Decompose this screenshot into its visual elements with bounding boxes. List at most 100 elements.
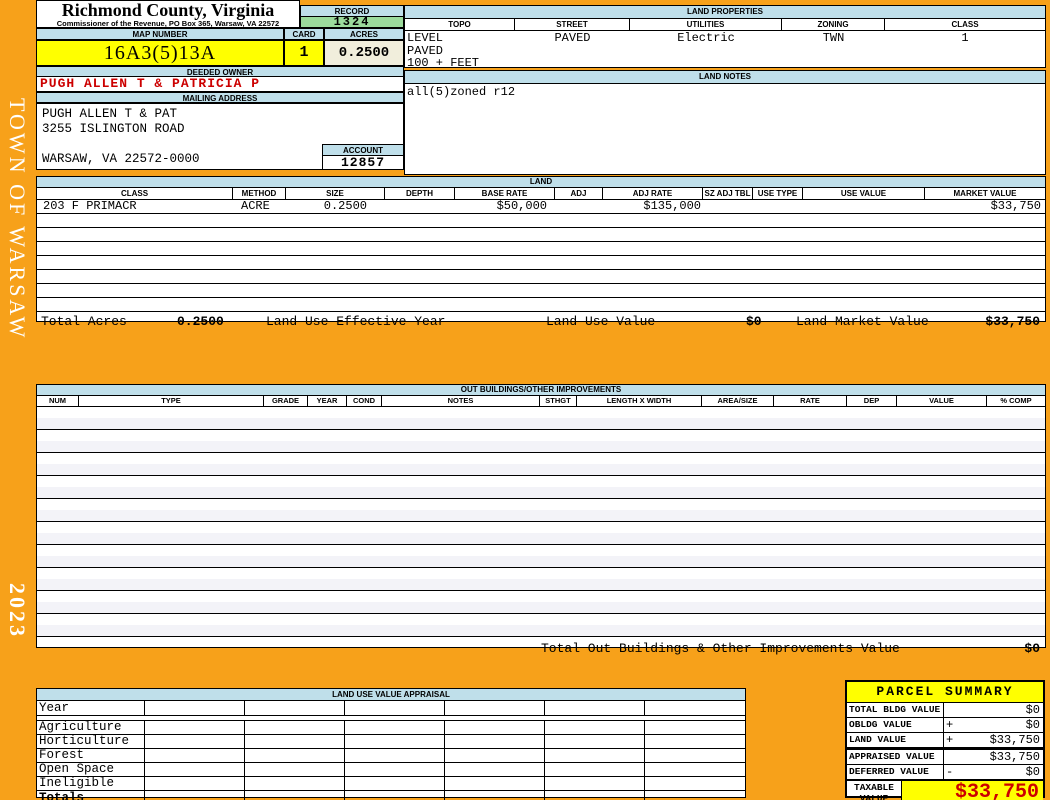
land-properties-title: LAND PROPERTIES: [405, 6, 1045, 19]
out-buildings-total-row: Total Out Buildings & Other Improvements…: [37, 637, 1045, 660]
summary-amount: $33,750: [989, 750, 1040, 764]
appraisal-cell: [145, 735, 245, 748]
appraisal-row-totals: Totals: [37, 791, 745, 800]
summary-amount: $33,750: [989, 733, 1040, 747]
mailing-address-label: MAILING ADDRESS: [36, 92, 404, 103]
column-header: DEPTH: [385, 188, 455, 200]
appraisal-row-label: Horticulture: [37, 735, 145, 748]
appraisal-cell: [345, 735, 445, 748]
topo-values: LEVEL PAVED 100 + FEET: [405, 31, 515, 70]
appraisal-row-label: Totals: [37, 791, 145, 800]
appraisal-cell: [245, 749, 345, 762]
appraisal-cell: [645, 777, 745, 790]
appraisal-row: Horticulture: [37, 735, 745, 749]
class-value: 1: [961, 31, 969, 45]
empty-building-row: [37, 430, 1045, 453]
land-note-text: all(5)zoned r12: [407, 85, 516, 99]
summary-value: + $0: [944, 718, 1043, 732]
column-header: STHGT: [540, 396, 577, 407]
summary-label: APPRAISED VALUE: [847, 750, 944, 764]
topo-line: LEVEL: [407, 31, 444, 45]
appraisal-cell: [245, 701, 345, 715]
summary-row: TOTAL BLDG VALUE $0: [847, 703, 1043, 718]
summary-amount: $0: [1025, 765, 1040, 779]
land-properties-section: LAND PROPERTIES TOPO STREET UTILITIES ZO…: [404, 5, 1046, 70]
land-use-value-label: Land Use Value: [546, 314, 656, 329]
land-table-row: 203 F PRIMACR ACRE 0.2500 $50,000 $135,0…: [37, 200, 1045, 214]
appraisal-cell: [445, 701, 545, 715]
street-value: PAVED: [554, 31, 591, 45]
empty-building-row: [37, 453, 1045, 476]
deeded-owner-name: PUGH ALLEN T & PATRICIA P: [36, 77, 404, 92]
column-header-topo: TOPO: [405, 19, 515, 31]
summary-row: APPRAISED VALUE $33,750: [847, 748, 1043, 765]
appraisal-cell: [545, 777, 645, 790]
empty-land-row: [37, 284, 1045, 298]
empty-land-row: [37, 256, 1045, 270]
appraisal-cell: [545, 791, 645, 800]
empty-building-row: [37, 522, 1045, 545]
county-title: Richmond County, Virginia: [61, 0, 275, 20]
column-header: RATE: [774, 396, 847, 407]
column-header: YEAR: [308, 396, 347, 407]
column-header: % COMP: [987, 396, 1045, 407]
appraisal-cell: [145, 763, 245, 776]
column-header: TYPE: [79, 396, 264, 407]
cell-use-value: [803, 200, 925, 213]
column-header: VALUE: [897, 396, 987, 407]
summary-amount: $0: [1025, 718, 1040, 732]
appraisal-cell: [545, 735, 645, 748]
effective-year-label: Land Use Effective Year: [266, 314, 446, 329]
empty-building-row: [37, 545, 1045, 568]
column-header: COND: [347, 396, 382, 407]
town-banner: TOWN OF WARSAW: [5, 98, 30, 341]
summary-value: $0: [944, 703, 1043, 717]
empty-land-row: [37, 298, 1045, 312]
record-value: 1324: [300, 16, 404, 28]
empty-land-row: [37, 214, 1045, 228]
summary-row: LAND VALUE + $33,750: [847, 733, 1043, 748]
appraisal-cell: [645, 721, 745, 734]
appraisal-cell: [645, 749, 745, 762]
appraisal-cell: [145, 777, 245, 790]
appraisal-cell: [145, 721, 245, 734]
column-header-zoning: ZONING: [782, 19, 885, 31]
taxable-value-amount: $33,750: [902, 781, 1043, 800]
appraisal-cell: [545, 763, 645, 776]
out-buildings-section: OUT BUILDINGS/OTHER IMPROVEMENTS NUM TYP…: [36, 384, 1046, 656]
appraisal-cell: [145, 749, 245, 762]
appraisal-cell: [345, 721, 445, 734]
cell-depth: [385, 200, 455, 213]
column-header: USE TYPE: [753, 188, 803, 200]
appraisal-row: Forest: [37, 749, 745, 763]
cell-use-type: [753, 200, 803, 213]
land-table-title: LAND: [37, 177, 1045, 188]
cell-size: 0.2500: [323, 199, 367, 213]
land-use-appraisal-section: LAND USE VALUE APPRAISAL Year Agricultur…: [36, 688, 746, 800]
appraisal-cell: [445, 777, 545, 790]
column-header-street: STREET: [515, 19, 630, 31]
total-acres-value: 0.2500: [177, 314, 224, 329]
empty-building-row: [37, 614, 1045, 637]
appraisal-cell: [245, 721, 345, 734]
column-header: AREA/SIZE: [702, 396, 774, 407]
address-line: PUGH ALLEN T & PAT: [42, 107, 178, 121]
taxable-value-row: TAXABLE VALUE $33,750: [847, 780, 1043, 800]
map-number-label: MAP NUMBER: [36, 28, 284, 40]
summary-row: OBLDG VALUE + $0: [847, 718, 1043, 733]
out-buildings-total-label: Total Out Buildings & Other Improvements…: [541, 641, 900, 656]
parcel-summary-title: PARCEL SUMMARY: [847, 682, 1043, 703]
empty-land-row: [37, 242, 1045, 256]
summary-amount: $0: [1025, 703, 1040, 717]
summary-row: DEFERRED VALUE - $0: [847, 765, 1043, 780]
appraisal-cell: [245, 763, 345, 776]
column-header: GRADE: [264, 396, 308, 407]
empty-land-row: [37, 270, 1045, 284]
out-buildings-title: OUT BUILDINGS/OTHER IMPROVEMENTS: [37, 385, 1045, 396]
total-acres-label: Total Acres: [41, 314, 127, 329]
map-number-value: 16A3(5)13A: [36, 40, 284, 66]
column-header: NUM: [37, 396, 79, 407]
appraisal-cell: [445, 735, 545, 748]
parcel-summary-section: PARCEL SUMMARY TOTAL BLDG VALUE $0 OBLDG…: [845, 680, 1045, 800]
summary-label: LAND VALUE: [847, 733, 944, 747]
